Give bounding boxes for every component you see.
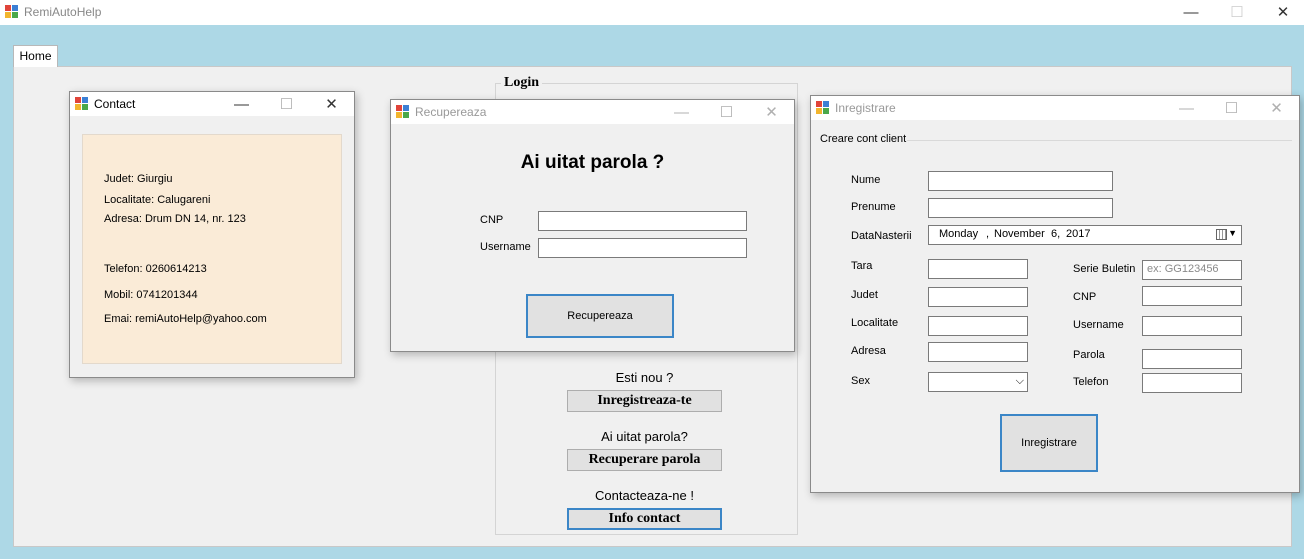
judet-label: Judet (851, 289, 878, 301)
date-day-name: Monday (939, 228, 979, 240)
recover-window-title: Recupereaza (415, 105, 487, 119)
date-comma: , (986, 228, 990, 240)
contact-telefon: Telefon: 0260614213 (104, 263, 207, 275)
maximize-icon[interactable]: ☐ (704, 101, 749, 123)
contact-window-title: Contact (94, 97, 136, 111)
contact-question: Contacteaza-ne ! (594, 488, 694, 503)
parola-input[interactable] (1142, 349, 1242, 369)
register-window: Inregistrare — ☐ ✕ Creare cont client Nu… (810, 95, 1300, 493)
date-month: November (994, 228, 1045, 240)
forgot-password-question: Ai uitat parola? (601, 429, 688, 444)
main-window-title: RemiAutoHelp (24, 5, 102, 19)
maximize-icon[interactable]: ☐ (264, 93, 309, 115)
app-icon (396, 105, 410, 119)
close-icon[interactable]: ✕ (1254, 97, 1299, 119)
tab-home[interactable]: Home (13, 45, 58, 67)
contact-localitate: Localitate: Calugareni (104, 194, 211, 206)
tara-input[interactable] (928, 259, 1028, 279)
register-username-label: Username (1073, 319, 1124, 331)
register-group-label: Creare cont client (820, 133, 907, 145)
sex-select[interactable]: ⌵ (928, 372, 1028, 392)
localitate-label: Localitate (851, 317, 899, 329)
parola-label: Parola (1073, 349, 1105, 361)
maximize-icon[interactable]: ☐ (1209, 97, 1254, 119)
recover-heading: Ai uitat parola ? (520, 152, 665, 173)
chevron-down-icon[interactable]: ▼ (1228, 228, 1237, 238)
adresa-label: Adresa (851, 345, 886, 357)
data-nasterii-label: DataNasterii (851, 230, 912, 242)
date-day-number: 6, (1051, 228, 1061, 240)
serie-buletin-input[interactable]: ex: GG123456 (1142, 260, 1242, 280)
adresa-input[interactable] (928, 342, 1028, 362)
register-title-bar: Inregistrare — ☐ ✕ (811, 96, 1299, 120)
new-user-question: Esti nou ? (615, 370, 674, 385)
recover-submit-button[interactable]: Recupereaza (526, 294, 674, 338)
app-icon (816, 101, 830, 115)
app-icon (5, 5, 19, 19)
tara-label: Tara (851, 260, 873, 272)
info-contact-button[interactable]: Info contact (567, 508, 722, 530)
sex-label: Sex (851, 375, 870, 387)
login-legend: Login (501, 75, 543, 91)
close-icon[interactable]: ✕ (1268, 1, 1298, 23)
main-title-bar: RemiAutoHelp — ☐ ✕ (0, 0, 1304, 25)
judet-input[interactable] (928, 287, 1028, 307)
minimize-icon[interactable]: — (219, 93, 264, 115)
recover-username-input[interactable] (538, 238, 747, 258)
register-telefon-label: Telefon (1073, 376, 1109, 388)
group-divider (907, 140, 1292, 141)
close-icon[interactable]: ✕ (749, 101, 794, 123)
contact-mobil: Mobil: 0741201344 (104, 289, 198, 301)
date-year: 2017 (1066, 228, 1091, 240)
register-window-title: Inregistrare (835, 101, 896, 115)
contact-email: Emai: remiAutoHelp@yahoo.com (104, 313, 267, 325)
nume-input[interactable] (928, 171, 1113, 191)
minimize-icon[interactable]: — (1164, 97, 1209, 119)
serie-buletin-label: Serie Buletin (1073, 263, 1136, 275)
data-nasterii-picker[interactable]: Monday , November 6, 2017 ▼ (928, 225, 1242, 245)
localitate-input[interactable] (928, 316, 1028, 336)
prenume-label: Prenume (851, 201, 896, 213)
recover-title-bar: Recupereaza — ☐ ✕ (391, 100, 794, 124)
register-username-input[interactable] (1142, 316, 1242, 336)
recover-username-label: Username (480, 241, 531, 253)
recover-password-button[interactable]: Recuperare parola (567, 449, 722, 471)
nume-label: Nume (851, 174, 881, 186)
contact-window: Contact — ☐ ✕ Judet: Giurgiu Localitate:… (69, 91, 355, 378)
recover-window: Recupereaza — ☐ ✕ Ai uitat parola ? CNP … (390, 99, 795, 352)
minimize-icon[interactable]: — (659, 101, 704, 123)
chevron-down-icon[interactable]: ⌵ (1016, 375, 1024, 388)
register-cnp-input[interactable] (1142, 286, 1242, 306)
maximize-icon[interactable]: ☐ (1222, 1, 1252, 23)
calendar-icon[interactable] (1216, 229, 1227, 240)
register-cnp-label: CNP (1073, 291, 1097, 303)
register-button[interactable]: Inregistreaza-te (567, 390, 722, 412)
recover-cnp-input[interactable] (538, 211, 747, 231)
minimize-icon[interactable]: — (1176, 1, 1206, 23)
register-submit-button[interactable]: Inregistrare (1000, 414, 1098, 472)
contact-title-bar: Contact — ☐ ✕ (70, 92, 354, 116)
close-icon[interactable]: ✕ (309, 93, 354, 115)
app-icon (75, 97, 89, 111)
prenume-input[interactable] (928, 198, 1113, 218)
contact-judet: Judet: Giurgiu (104, 173, 173, 185)
contact-info-panel: Judet: Giurgiu Localitate: Calugareni Ad… (82, 134, 342, 364)
recover-cnp-label: CNP (480, 214, 504, 226)
register-telefon-input[interactable] (1142, 373, 1242, 393)
contact-adresa: Adresa: Drum DN 14, nr. 123 (104, 213, 246, 225)
